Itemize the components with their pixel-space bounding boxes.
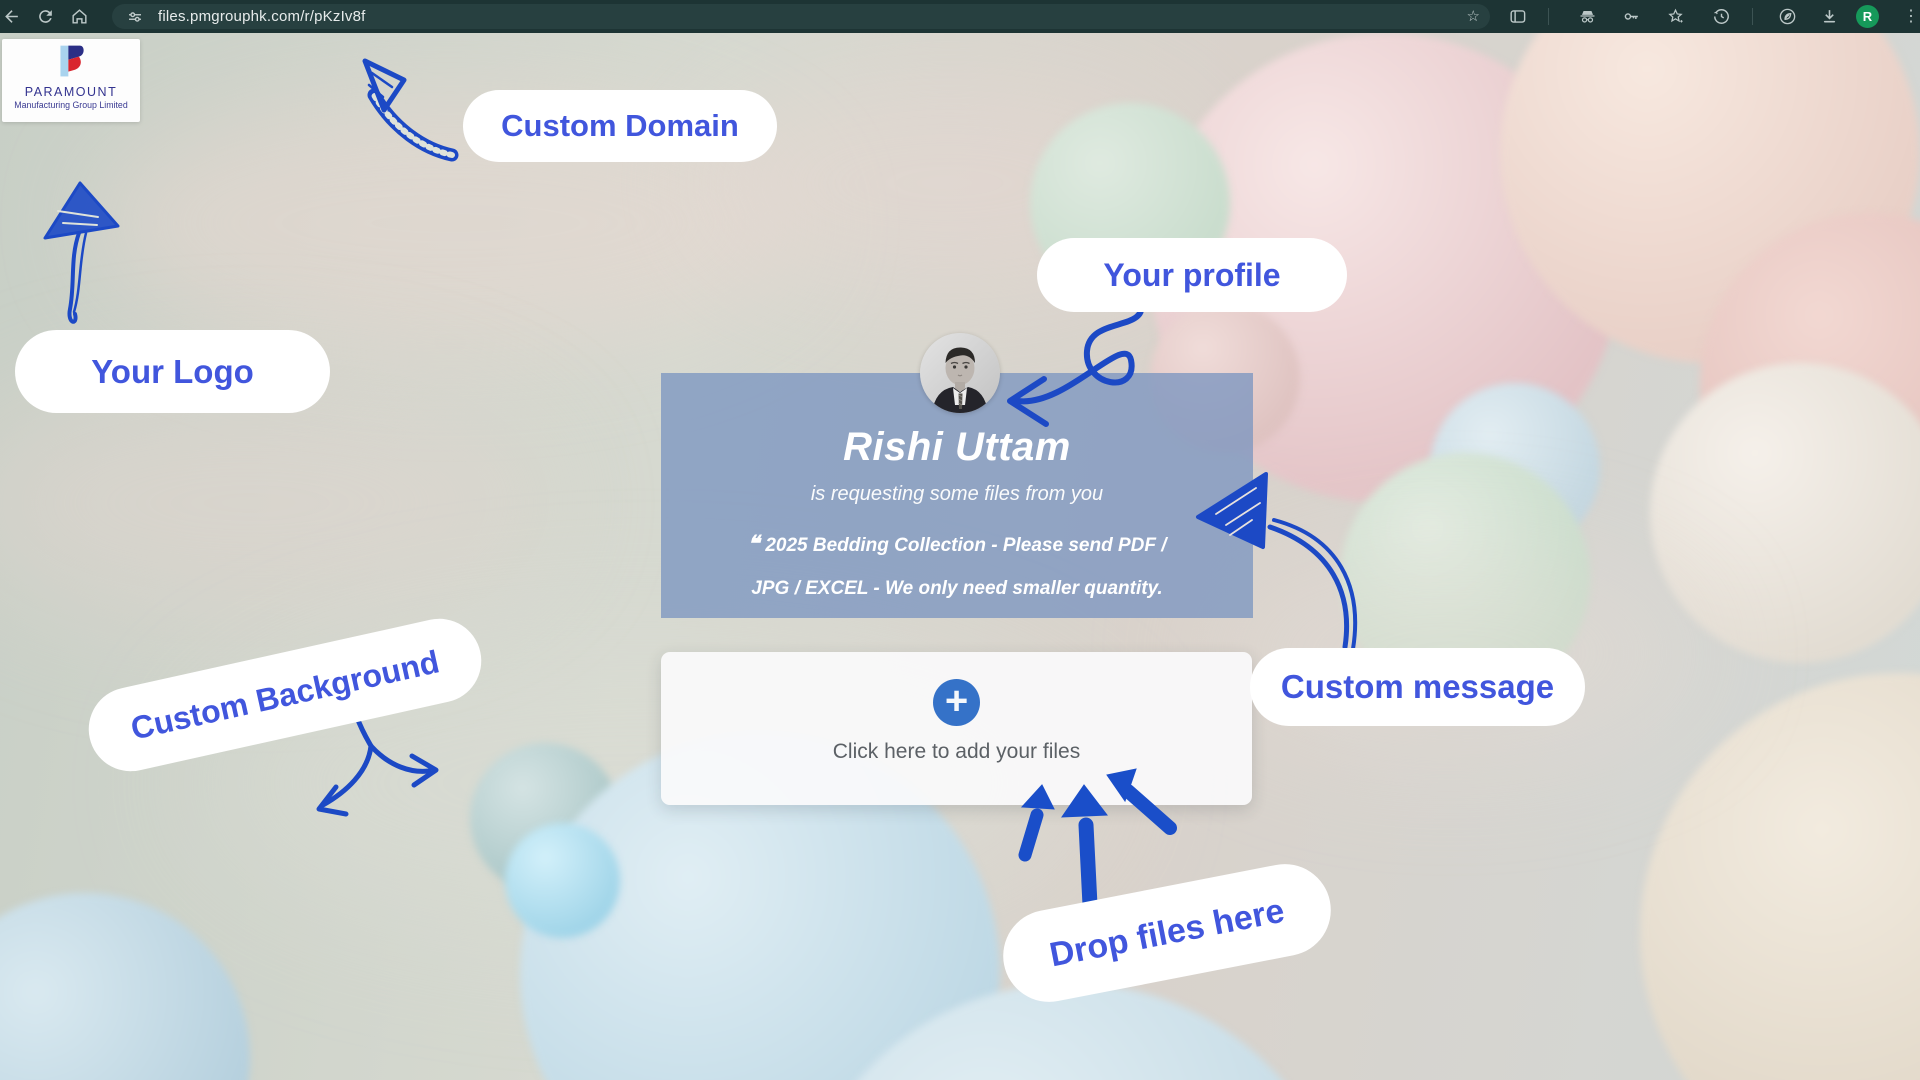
- browser-profile-avatar[interactable]: R: [1856, 5, 1879, 28]
- background-sphere: [1640, 673, 1920, 1080]
- password-key-icon[interactable]: [1622, 7, 1641, 26]
- download-icon[interactable]: [1820, 7, 1839, 26]
- add-files-plus-button[interactable]: +: [933, 679, 980, 726]
- site-settings-icon[interactable]: [126, 8, 144, 26]
- requester-avatar: [920, 333, 1000, 413]
- annotation-custom-domain: Custom Domain: [463, 90, 777, 162]
- upload-instruction: Click here to add your files: [661, 740, 1252, 764]
- browser-toolbar: files.pmgrouphk.com/r/pKzIv8f ☆ R ⋮: [0, 0, 1920, 33]
- toolbar-separator: [1548, 8, 1549, 25]
- file-upload-dropzone[interactable]: + Click here to add your files: [661, 652, 1252, 805]
- home-icon[interactable]: [70, 7, 89, 26]
- background-sphere: [1650, 363, 1920, 663]
- annotation-label: Custom Domain: [501, 108, 739, 144]
- background-cloud: [0, 383, 550, 623]
- message-body: 2025 Bedding Collection - Please send PD…: [751, 535, 1166, 599]
- annotation-your-profile: Your profile: [1037, 238, 1347, 312]
- request-subtitle: is requesting some files from you: [661, 483, 1253, 506]
- paramount-logo-icon: [53, 43, 89, 87]
- incognito-extension-icon[interactable]: [1578, 7, 1597, 26]
- history-icon[interactable]: [1712, 7, 1731, 26]
- quote-icon: ❝: [747, 531, 759, 556]
- toolbar-separator: [1752, 8, 1753, 25]
- annotation-label: Your Logo: [91, 353, 254, 391]
- annotation-label: Custom message: [1281, 668, 1554, 706]
- background-sphere: [0, 893, 250, 1080]
- requester-name: Rishi Uttam: [661, 425, 1253, 470]
- reload-icon[interactable]: [36, 7, 55, 26]
- annotation-custom-message: Custom message: [1250, 648, 1585, 726]
- address-bar[interactable]: files.pmgrouphk.com/r/pKzIv8f ☆: [112, 4, 1490, 29]
- annotation-label: Your profile: [1103, 257, 1280, 294]
- background-sphere: [505, 823, 620, 938]
- annotation-label: Drop files here: [1046, 891, 1287, 975]
- browser-menu-icon[interactable]: ⋮: [1903, 5, 1919, 28]
- annotation-your-logo: Your Logo: [15, 330, 330, 413]
- file-request-page: PARAMOUNT Manufacturing Group Limited Ri…: [0, 33, 1920, 1080]
- annotation-drop-files-here: Drop files here: [995, 856, 1338, 1010]
- company-logo: PARAMOUNT Manufacturing Group Limited: [2, 39, 140, 122]
- browser-window: files.pmgrouphk.com/r/pKzIv8f ☆ R ⋮: [0, 0, 1920, 1080]
- logo-title: PARAMOUNT: [2, 85, 140, 99]
- eco-leaf-icon[interactable]: [1778, 7, 1797, 26]
- url-text[interactable]: files.pmgrouphk.com/r/pKzIv8f: [158, 8, 366, 25]
- bookmark-star-icon[interactable]: ☆: [1467, 7, 1480, 26]
- side-panel-icon[interactable]: [1508, 7, 1527, 26]
- portrait-photo: [920, 333, 1000, 413]
- bookmarks-sparkle-icon[interactable]: [1666, 7, 1685, 26]
- custom-message-text: ❝2025 Bedding Collection - Please send P…: [733, 520, 1181, 610]
- back-icon[interactable]: [2, 7, 21, 26]
- logo-subtitle: Manufacturing Group Limited: [2, 100, 140, 110]
